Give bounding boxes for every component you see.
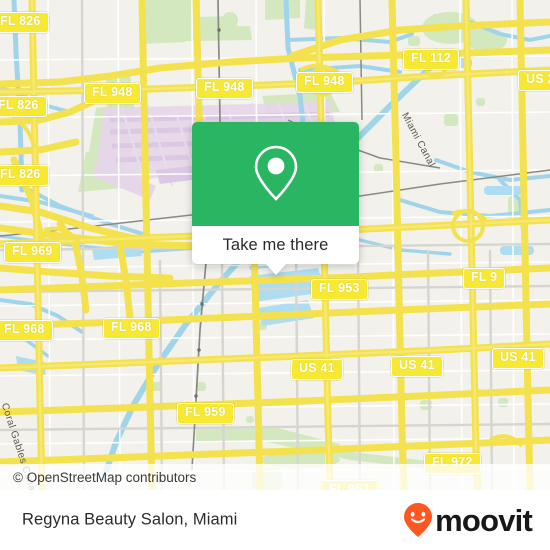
map-canvas[interactable]: FL 826 FL 826 FL 826 FL 948 FL 948 FL 94… [0, 0, 550, 490]
osm-attribution[interactable]: © OpenStreetMap contributors [13, 470, 196, 485]
moovit-pin-smiley-icon [404, 503, 433, 537]
callout-action-panel[interactable]: Take me there [192, 226, 359, 275]
road-shield[interactable]: FL 968 [0, 320, 53, 341]
moovit-logo[interactable]: moovit [403, 502, 533, 538]
callout-action-label: Take me there [222, 235, 329, 254]
road-shield[interactable]: FL 826 [0, 165, 49, 186]
road-shield[interactable]: FL 969 [4, 242, 61, 263]
road-shield[interactable]: US 27 [518, 70, 550, 91]
road-shield[interactable]: US 41 [391, 356, 443, 377]
road-shield[interactable]: US 41 [492, 348, 544, 369]
page-footer: Regyna Beauty Salon, Miami moovit [0, 490, 550, 550]
road-shield[interactable]: FL 959 [177, 403, 234, 424]
road-shield[interactable]: FL 968 [103, 318, 160, 339]
road-shield[interactable]: FL 826 [0, 12, 49, 33]
road-shield[interactable]: FL 826 [0, 96, 47, 117]
road-shield[interactable]: FL 948 [196, 78, 253, 99]
callout-tail [264, 263, 287, 275]
road-shield[interactable]: FL 948 [84, 83, 141, 104]
map-page: FL 826 FL 826 FL 826 FL 948 FL 948 FL 94… [0, 0, 550, 550]
road-shield[interactable]: US 41 [291, 359, 343, 380]
road-shield[interactable]: FL 9 [463, 268, 506, 289]
location-callout-card[interactable]: Take me there [192, 122, 359, 275]
moovit-wordmark: moovit [435, 502, 533, 538]
page-title: Regyna Beauty Salon, Miami [22, 510, 238, 529]
callout-icon-panel [192, 122, 359, 226]
road-shield[interactable]: FL 948 [296, 72, 353, 93]
map-pin-icon [254, 145, 297, 201]
road-shield[interactable]: FL 112 [403, 49, 459, 70]
road-shield[interactable]: FL 953 [311, 279, 368, 300]
